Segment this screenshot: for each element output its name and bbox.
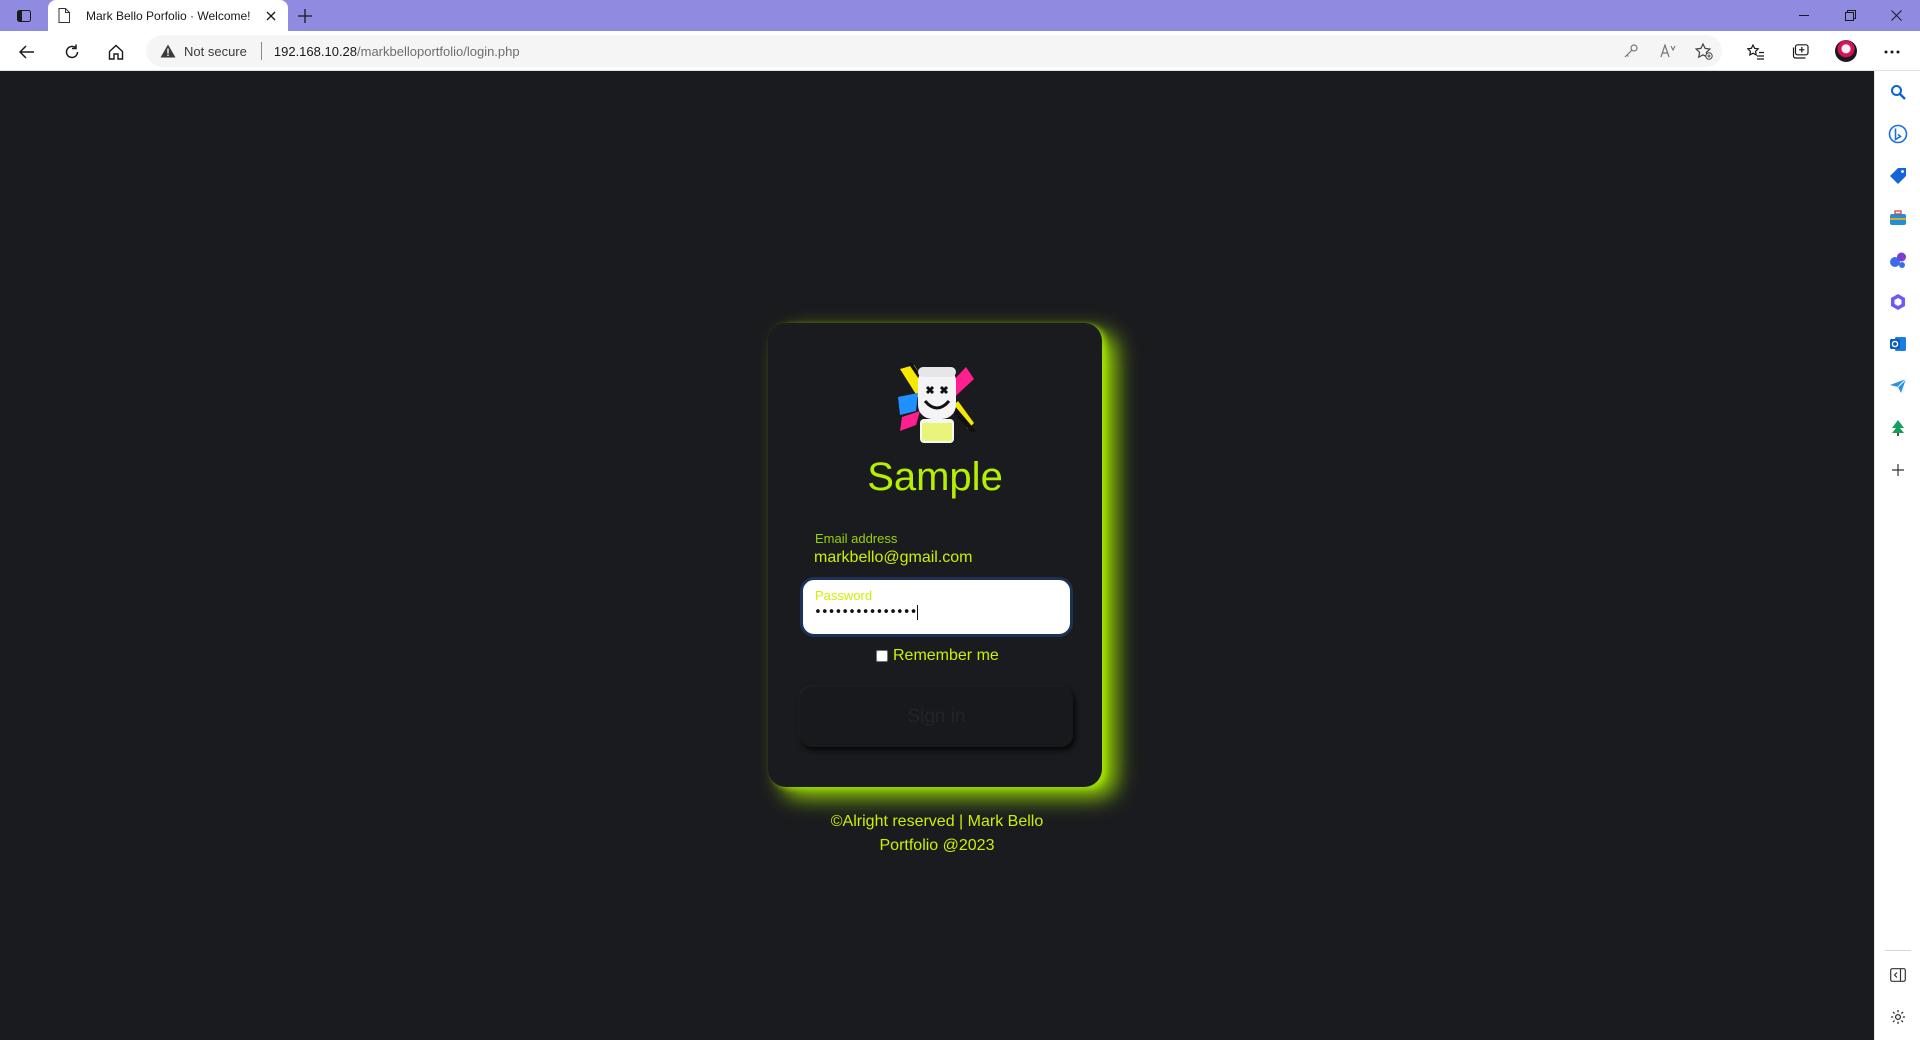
footer-line-1: ©Alright reserved | Mark Bello (830, 813, 1044, 830)
page-icon (58, 8, 74, 24)
back-icon[interactable] (14, 39, 40, 65)
tree-icon[interactable] (1887, 417, 1909, 439)
close-tab-icon[interactable] (264, 9, 278, 23)
read-aloud-icon[interactable] (1657, 40, 1679, 62)
minimize-icon[interactable] (1781, 0, 1827, 31)
sidebar-divider (1885, 950, 1911, 951)
footer-line-2: Portfolio @2023 (879, 837, 995, 854)
tools-briefcase-icon[interactable] (1887, 207, 1909, 229)
password-label: Password (815, 588, 873, 603)
office-icon[interactable] (1887, 291, 1909, 313)
login-title: Sample (867, 455, 1003, 499)
games-icon[interactable] (1887, 249, 1909, 271)
refresh-icon[interactable] (59, 39, 85, 65)
sign-in-label: Sign in (907, 706, 966, 727)
marshmello-logo (894, 361, 978, 445)
collections-icon[interactable] (1788, 40, 1812, 64)
add-sidebar-icon[interactable] (1887, 459, 1909, 481)
address-bar[interactable]: Not secure 192.168.10.28 /markbelloportf… (146, 35, 1722, 67)
restore-icon[interactable] (1827, 0, 1873, 31)
sign-in-button[interactable]: Sign in (800, 687, 1073, 747)
add-favorite-icon[interactable] (1693, 40, 1715, 62)
password-value: ••••••••••••••• (814, 605, 919, 620)
warning-icon[interactable] (160, 43, 178, 59)
password-key-icon[interactable] (1620, 40, 1642, 62)
hide-sidebar-icon[interactable] (1887, 964, 1909, 986)
profile-avatar[interactable] (1835, 40, 1857, 62)
outlook-icon[interactable] (1887, 333, 1909, 355)
browser-titlebar: Mark Bello Porfolio · Welcome! (0, 0, 1920, 31)
edge-sidebar (1874, 71, 1920, 1040)
password-field[interactable]: Password ••••••••••••••• (800, 577, 1073, 637)
remember-label[interactable]: Remember me (893, 647, 999, 665)
bing-chat-icon[interactable] (1887, 123, 1909, 145)
favorites-icon[interactable] (1744, 40, 1768, 64)
browser-toolbar: Not secure 192.168.10.28 /markbelloportf… (0, 31, 1920, 71)
address-separator (260, 42, 262, 60)
send-icon[interactable] (1887, 375, 1909, 397)
settings-gear-icon[interactable] (1887, 1006, 1909, 1028)
url-host: 192.168.10.28 (273, 43, 358, 59)
more-options-icon[interactable] (1880, 40, 1904, 64)
text-caret (917, 605, 919, 620)
login-card: Sample Email address markbello@gmail.com… (768, 323, 1102, 787)
url-path: /markbelloportfolio/login.php (357, 43, 520, 59)
browser-tab[interactable]: Mark Bello Porfolio · Welcome! (48, 0, 288, 31)
password-dots: ••••••••••••••• (814, 605, 917, 620)
tab-actions-icon[interactable] (12, 6, 36, 26)
email-label: Email address (815, 531, 898, 546)
page-footer: ©Alright reserved | Mark Bello Portfolio… (780, 810, 1094, 858)
remember-me[interactable]: Remember me (876, 647, 999, 665)
remember-checkbox[interactable] (876, 650, 888, 662)
tab-title: Mark Bello Porfolio · Welcome! (86, 8, 251, 23)
new-tab-icon[interactable] (294, 5, 316, 27)
search-icon[interactable] (1887, 81, 1909, 103)
home-icon[interactable] (103, 39, 129, 65)
shopping-tag-icon[interactable] (1887, 165, 1909, 187)
email-field[interactable]: markbello@gmail.com (814, 549, 973, 567)
security-status[interactable]: Not secure (184, 44, 247, 59)
close-window-icon[interactable] (1873, 0, 1919, 31)
page-viewport: Sample Email address markbello@gmail.com… (0, 71, 1874, 1040)
